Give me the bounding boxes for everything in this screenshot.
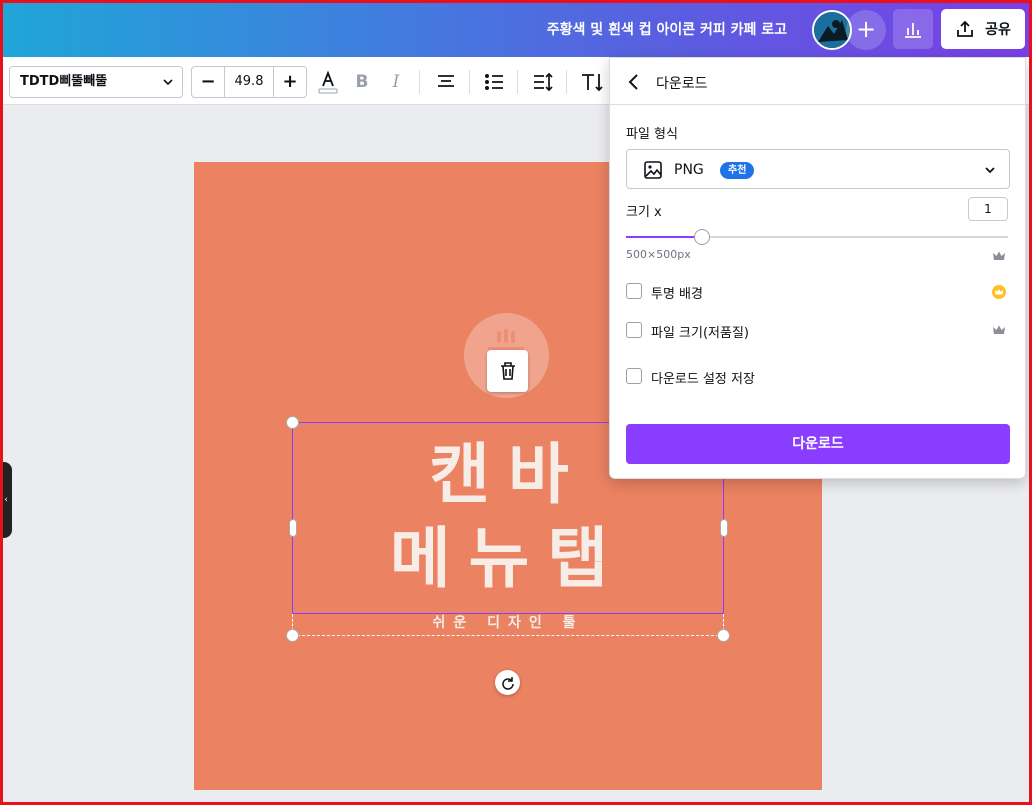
low-quality-checkbox[interactable] xyxy=(626,322,642,338)
trash-icon xyxy=(500,362,515,380)
toolbar-divider xyxy=(566,70,567,94)
list-button[interactable] xyxy=(481,69,507,95)
add-collaborator-button[interactable]: + xyxy=(846,10,886,50)
text-color-button[interactable] xyxy=(315,69,341,95)
subtitle-text-box[interactable]: 쉬운 디자인 툴 xyxy=(292,614,724,636)
font-family-select[interactable]: TDTD삐뚤빼뚤 xyxy=(9,66,183,98)
resize-handle-bottom-right[interactable] xyxy=(717,629,730,642)
share-button[interactable]: 공유 xyxy=(941,9,1025,49)
back-arrow-icon[interactable] xyxy=(624,72,644,92)
save-settings-checkbox[interactable] xyxy=(626,368,642,384)
size-slider-fill xyxy=(626,236,703,238)
align-center-icon xyxy=(438,75,454,87)
align-button[interactable] xyxy=(433,69,459,95)
size-label: 크기 x xyxy=(626,205,662,220)
output-dimensions: 500×500px xyxy=(626,248,691,261)
document-title[interactable]: 주황색 및 흰색 컵 아이콘 커피 카페 로고 xyxy=(547,19,787,39)
italic-button[interactable]: I xyxy=(383,69,409,95)
toolbar-divider xyxy=(517,70,518,94)
save-settings-label: 다운로드 설정 저장 xyxy=(651,372,755,387)
toolbar-divider xyxy=(419,70,420,94)
chevron-down-icon xyxy=(163,79,173,86)
delete-element-button[interactable] xyxy=(487,350,528,392)
download-button[interactable]: 다운로드 xyxy=(626,424,1010,464)
size-slider[interactable] xyxy=(626,229,1008,245)
resize-handle-left[interactable] xyxy=(289,519,297,537)
vertical-text-button[interactable] xyxy=(579,69,605,95)
size-scale-input[interactable]: 1 xyxy=(968,197,1008,221)
download-panel-header: 다운로드 xyxy=(610,58,1025,105)
top-header: 주황색 및 흰색 컵 아이콘 커피 카페 로고 + 공유 xyxy=(0,0,1032,57)
bar-chart-icon xyxy=(905,23,921,38)
transparent-background-label: 투명 배경 xyxy=(651,287,703,302)
insights-button[interactable] xyxy=(893,9,933,49)
font-size-stepper: − 49.8 + xyxy=(191,66,307,98)
file-type-select[interactable]: PNG 추천 xyxy=(626,149,1010,189)
file-type-value: PNG xyxy=(674,162,704,178)
toolbar-divider xyxy=(469,70,470,94)
recommended-badge: 추천 xyxy=(720,162,755,179)
bullet-list-icon xyxy=(485,74,503,90)
download-panel: 다운로드 파일 형식 PNG 추천 크기 x 1 500×500px 투명 배경… xyxy=(609,57,1026,479)
rotate-icon xyxy=(501,676,514,690)
upload-icon xyxy=(957,20,974,37)
transparent-background-checkbox[interactable] xyxy=(626,283,642,299)
rotate-button[interactable] xyxy=(495,670,520,695)
bold-button[interactable]: B xyxy=(349,69,375,95)
font-family-value: TDTD삐뚤빼뚤 xyxy=(20,74,108,89)
spacing-button[interactable] xyxy=(530,69,556,95)
resize-handle-bottom-left[interactable] xyxy=(286,629,299,642)
crown-gold-icon xyxy=(992,285,1006,299)
subtitle-text: 쉬운 디자인 툴 xyxy=(432,615,584,631)
title-line-2: 메뉴탭 xyxy=(389,520,627,597)
vertical-text-icon xyxy=(582,74,603,92)
chevron-left-icon: ‹ xyxy=(4,495,8,505)
share-label: 공유 xyxy=(985,22,1011,38)
increase-font-size-button[interactable]: + xyxy=(274,67,306,97)
crown-gray-icon xyxy=(993,251,1005,260)
chevron-down-icon xyxy=(985,167,995,174)
collapse-side-panel-button[interactable]: ‹ xyxy=(0,462,12,538)
size-slider-thumb[interactable] xyxy=(694,229,711,245)
italic-icon: I xyxy=(392,72,400,92)
font-size-input[interactable]: 49.8 xyxy=(224,67,274,97)
file-type-label: 파일 형식 xyxy=(626,127,678,142)
resize-handle-right[interactable] xyxy=(720,519,728,537)
line-spacing-icon xyxy=(534,72,553,92)
download-panel-title: 다운로드 xyxy=(656,76,708,92)
decrease-font-size-button[interactable]: − xyxy=(192,67,224,97)
resize-handle-top-left[interactable] xyxy=(286,416,299,429)
crown-gray-icon xyxy=(993,325,1005,334)
text-color-icon xyxy=(318,70,338,94)
bold-icon: B xyxy=(355,72,369,92)
image-icon xyxy=(644,161,662,179)
low-quality-label: 파일 크기(저품질) xyxy=(651,326,749,341)
